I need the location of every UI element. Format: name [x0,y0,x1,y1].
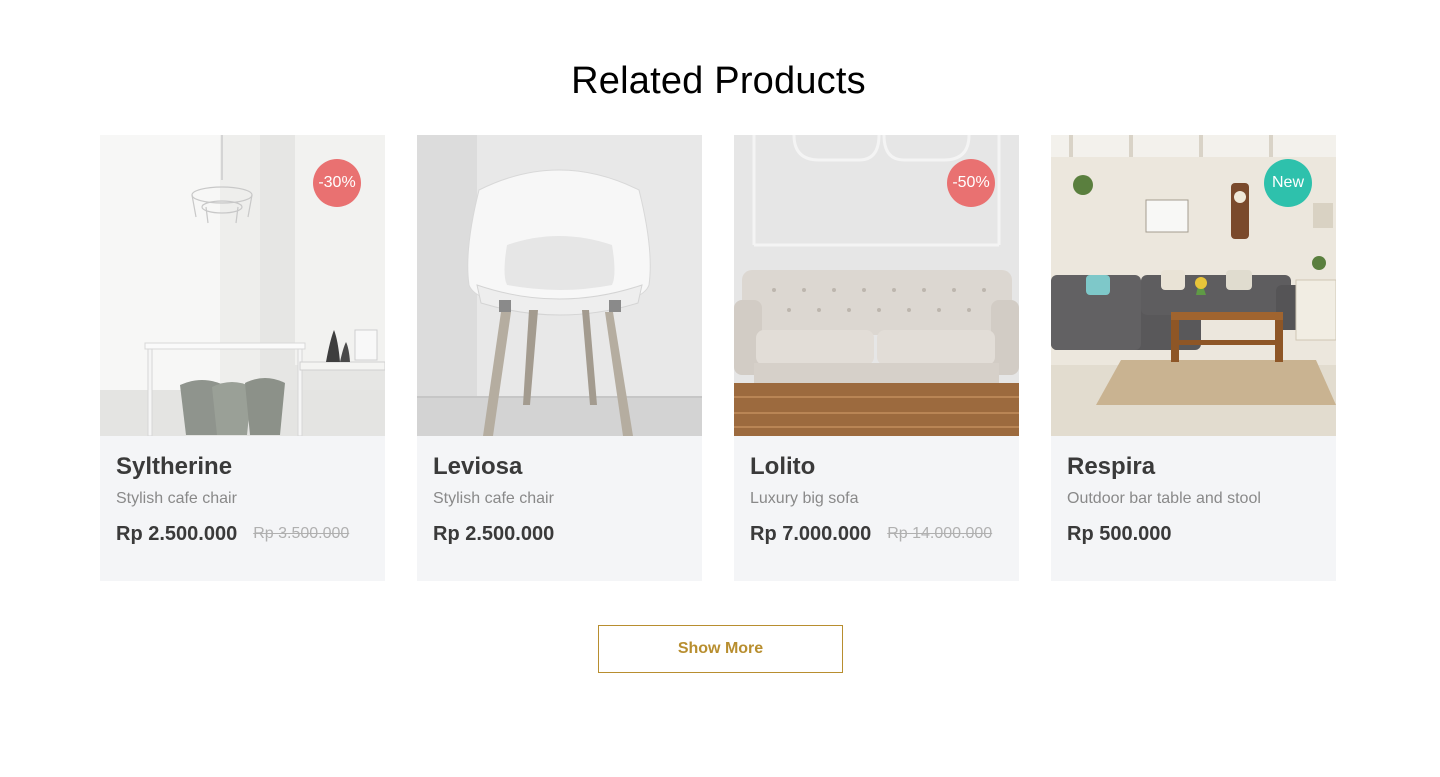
product-name[interactable]: Leviosa [433,452,686,482]
product-info: Respira Outdoor bar table and stool Rp 5… [1051,436,1336,549]
product-image[interactable]: -30% [100,135,385,436]
product-image[interactable] [417,135,702,436]
product-card-respira[interactable]: New Respira Outdoor bar table and stool … [1051,135,1336,581]
product-price: Rp 7.000.000 [750,523,872,545]
product-name[interactable]: Lolito [750,452,1003,482]
product-name[interactable]: Respira [1067,452,1320,482]
product-info: Syltherine Stylish cafe chair Rp 2.500.0… [100,436,385,549]
price-row: Rp 2.500.000 Rp 3.500.000 [116,519,369,549]
new-badge: New [1264,159,1312,207]
price-row: Rp 500.000 [1067,519,1320,549]
discount-badge: -50% [947,159,995,207]
product-card-syltherine[interactable]: -30% Syltherine Stylish cafe chair Rp 2.… [100,135,385,581]
product-info: Leviosa Stylish cafe chair Rp 2.500.000 [417,436,702,549]
product-description: Stylish cafe chair [116,490,237,507]
product-description: Stylish cafe chair [433,490,554,507]
product-price: Rp 2.500.000 [433,523,555,545]
discount-badge: -30% [313,159,361,207]
product-name[interactable]: Syltherine [116,452,369,482]
related-products-section: Related Products -30% Syltherine Stylish… [0,0,1440,777]
product-price: Rp 2.500.000 [116,523,238,545]
product-card-lolito[interactable]: -50% Lolito Luxury big sofa Rp 7.000.000… [734,135,1019,581]
product-price: Rp 500.000 [1067,523,1172,545]
price-row: Rp 2.500.000 [433,519,686,549]
show-more-button[interactable]: Show More [598,625,843,673]
product-image[interactable]: -50% [734,135,1019,436]
product-info: Lolito Luxury big sofa Rp 7.000.000 Rp 1… [734,436,1019,549]
section-title: Related Products [571,60,866,102]
product-card-leviosa[interactable]: Leviosa Stylish cafe chair Rp 2.500.000 [417,135,702,581]
product-description: Outdoor bar table and stool [1067,490,1261,507]
product-grid: -30% Syltherine Stylish cafe chair Rp 2.… [100,135,1336,581]
product-description: Luxury big sofa [750,490,859,507]
price-row: Rp 7.000.000 Rp 14.000.000 [750,519,1003,549]
product-image[interactable]: New [1051,135,1336,436]
product-old-price: Rp 14.000.000 [887,525,993,542]
product-old-price: Rp 3.500.000 [253,525,350,542]
